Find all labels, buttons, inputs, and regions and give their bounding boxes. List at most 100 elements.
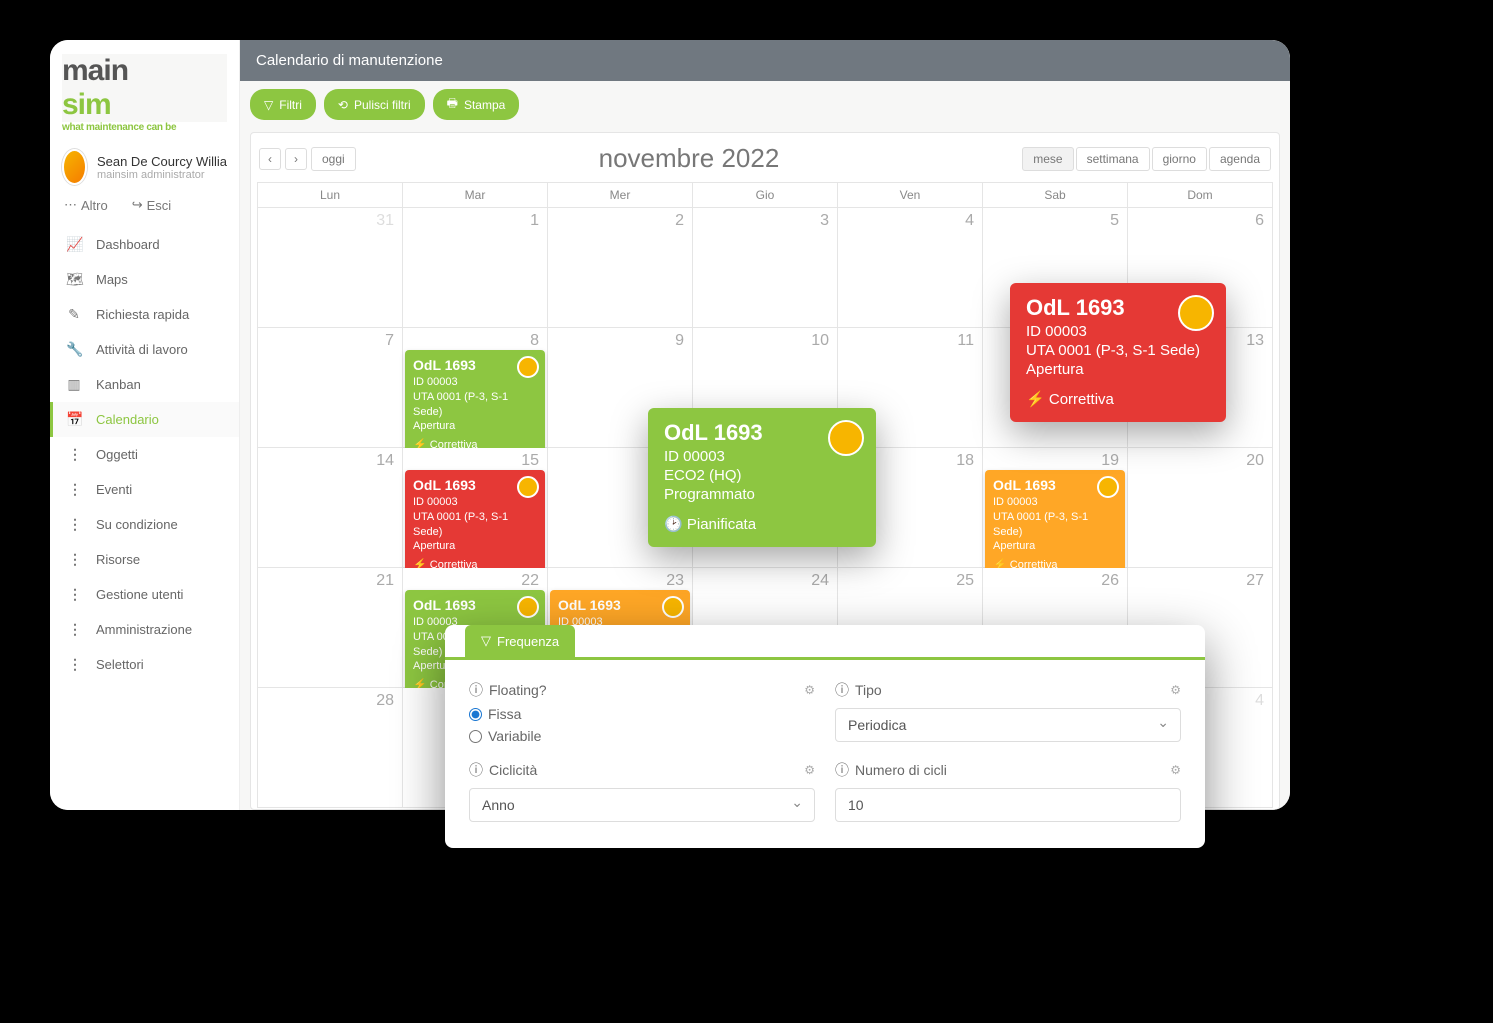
clear-filters-button[interactable]: ⟲ Pulisci filtri <box>324 89 425 120</box>
day-cell[interactable]: 4 <box>838 208 983 328</box>
event-id: ID 00003 <box>413 495 537 510</box>
event-card[interactable]: OdL 1693ID 00003UTA 0001 (P-3, S-1 Sede)… <box>405 350 545 459</box>
nav-label: Eventi <box>96 482 132 497</box>
next-button[interactable]: › <box>285 148 307 170</box>
event-location: UTA 0001 (P-3, S-1 Sede) <box>413 510 537 540</box>
radio-variable[interactable]: Variabile <box>469 728 815 744</box>
event-card-large[interactable]: OdL 1693ID 00003ECO2 (HQ)Programmato🕑 Pi… <box>648 408 876 547</box>
nav-item-su-condizione[interactable]: ⋮Su condizione <box>50 507 239 542</box>
info-icon: ⓘ <box>469 760 483 780</box>
nav-item-richiesta-rapida[interactable]: ✎Richiesta rapida <box>50 297 239 332</box>
calendar-icon: 📅 <box>66 411 82 428</box>
dots-icon: ⋮ <box>66 621 82 638</box>
nav-item-attività-di-lavoro[interactable]: 🔧Attività di lavoro <box>50 332 239 367</box>
info-icon: ⓘ <box>835 760 849 780</box>
event-status: Apertura <box>413 539 537 554</box>
nav-label: Richiesta rapida <box>96 307 189 322</box>
nav-item-maps[interactable]: 🗺Maps <box>50 262 239 297</box>
gear-icon[interactable]: ⚙ <box>804 763 815 777</box>
nav-item-risorse[interactable]: ⋮Risorse <box>50 542 239 577</box>
dots-icon: ⋮ <box>66 656 82 673</box>
view-month[interactable]: mese <box>1022 147 1073 171</box>
day-cell[interactable]: 20 <box>1128 448 1273 568</box>
day-cell[interactable]: 8OdL 1693ID 00003UTA 0001 (P-3, S-1 Sede… <box>403 328 548 448</box>
gear-icon[interactable]: ⚙ <box>804 683 815 697</box>
gear-icon[interactable]: ⚙ <box>1170 763 1181 777</box>
nav-item-amministrazione[interactable]: ⋮Amministrazione <box>50 612 239 647</box>
cyclicity-field: ⓘ Ciclicità⚙ Anno <box>469 760 815 822</box>
day-header: Sab <box>983 183 1128 208</box>
nav-item-selettori[interactable]: ⋮Selettori <box>50 647 239 682</box>
day-number: 6 <box>1255 212 1264 230</box>
exit-button[interactable]: ↪ Esci <box>132 197 171 213</box>
day-header: Dom <box>1128 183 1273 208</box>
dots-icon: ⋮ <box>66 586 82 603</box>
type-select[interactable]: Periodica <box>835 708 1181 742</box>
day-cell[interactable]: 28 <box>258 688 403 808</box>
day-cell[interactable]: 15OdL 1693ID 00003UTA 0001 (P-3, S-1 Sed… <box>403 448 548 568</box>
event-avatar-icon <box>517 356 539 378</box>
numcycles-field: ⓘ Numero di cicli⚙ <box>835 760 1181 822</box>
gear-icon[interactable]: ⚙ <box>1170 683 1181 697</box>
info-icon: ⓘ <box>469 680 483 700</box>
cyclicity-select[interactable]: Anno <box>469 788 815 822</box>
day-cell[interactable]: 14 <box>258 448 403 568</box>
event-avatar-icon <box>1097 476 1119 498</box>
day-number: 27 <box>1246 572 1264 590</box>
view-day[interactable]: giorno <box>1152 147 1207 171</box>
event-avatar-icon <box>662 596 684 618</box>
numcycles-input[interactable] <box>835 788 1181 822</box>
day-cell[interactable]: 2 <box>548 208 693 328</box>
calendar-header: ‹ › oggi novembre 2022 mese settimana gi… <box>257 139 1273 182</box>
nav-item-eventi[interactable]: ⋮ Eventi <box>50 472 239 507</box>
event-avatar-icon <box>517 476 539 498</box>
event-card-large[interactable]: OdL 1693ID 00003UTA 0001 (P-3, S-1 Sede)… <box>1010 283 1226 422</box>
more-button[interactable]: ⋯ Altro <box>64 197 108 213</box>
today-button[interactable]: oggi <box>311 147 356 171</box>
page-title: Calendario di manutenzione <box>240 40 1290 81</box>
day-header: Mer <box>548 183 693 208</box>
day-cell[interactable]: 7 <box>258 328 403 448</box>
prev-button[interactable]: ‹ <box>259 148 281 170</box>
map-icon: 🗺 <box>66 271 82 288</box>
day-number: 11 <box>957 332 974 350</box>
day-number: 8 <box>530 332 539 350</box>
view-week[interactable]: settimana <box>1076 147 1150 171</box>
nav-item-dashboard[interactable]: 📈Dashboard <box>50 227 239 262</box>
day-cell[interactable]: 3 <box>693 208 838 328</box>
nav-item-gestione-utenti[interactable]: ⋮Gestione utenti <box>50 577 239 612</box>
day-number: 2 <box>675 212 684 230</box>
event-status: Apertura <box>1026 361 1210 378</box>
event-type: 🕑 Pianificata <box>664 515 860 533</box>
event-id: ID 00003 <box>413 375 537 390</box>
nav-item-oggetti[interactable]: ⋮Oggetti <box>50 437 239 472</box>
event-status: Apertura <box>993 539 1117 554</box>
filters-button[interactable]: ▽ Filtri <box>250 89 316 120</box>
day-cell[interactable]: 1 <box>403 208 548 328</box>
wrench-icon: 🔧 <box>66 341 82 358</box>
day-header: Ven <box>838 183 983 208</box>
print-button[interactable]: 🖶 Stampa <box>433 89 520 120</box>
user-block[interactable]: Sean De Courcy Willia mainsim administra… <box>50 139 239 191</box>
frequency-tab[interactable]: ▽ Frequenza <box>465 625 575 657</box>
event-card[interactable]: OdL 1693ID 00003UTA 0001 (P-3, S-1 Sede)… <box>985 470 1125 579</box>
view-agenda[interactable]: agenda <box>1209 147 1271 171</box>
day-cell[interactable]: 21 <box>258 568 403 688</box>
day-number: 5 <box>1110 212 1119 230</box>
chart-icon: 📈 <box>66 236 82 253</box>
day-cell[interactable]: 19OdL 1693ID 00003UTA 0001 (P-3, S-1 Sed… <box>983 448 1128 568</box>
day-header: Gio <box>693 183 838 208</box>
nav-item-kanban[interactable]: ▥Kanban <box>50 367 239 402</box>
radio-fixed[interactable]: Fissa <box>469 706 815 722</box>
dots-icon: ⋮ <box>66 551 82 568</box>
event-card[interactable]: OdL 1693ID 00003UTA 0001 (P-3, S-1 Sede)… <box>405 470 545 579</box>
nav-item-calendario[interactable]: 📅Calendario <box>50 402 239 437</box>
day-number: 7 <box>385 332 394 350</box>
toolbar: ▽ Filtri ⟲ Pulisci filtri 🖶 Stampa <box>240 81 1290 128</box>
day-cell[interactable]: 31 <box>258 208 403 328</box>
floating-field: ⓘ Floating?⚙ Fissa Variabile <box>469 680 815 744</box>
dots-icon: ⋮ <box>66 481 82 498</box>
nav-label: Su condizione <box>96 517 178 532</box>
event-location: UTA 0001 (P-3, S-1 Sede) <box>1026 342 1210 359</box>
day-number: 22 <box>521 572 539 590</box>
